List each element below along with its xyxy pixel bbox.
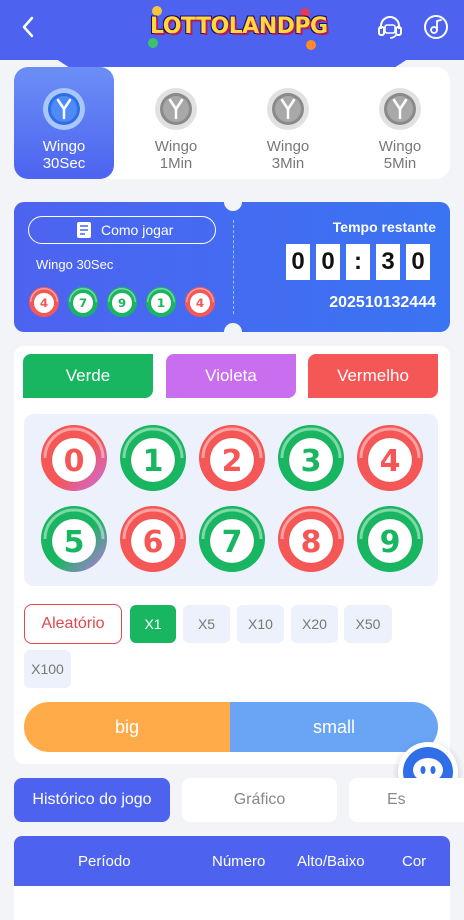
tab-wingo-3min[interactable]: Wingo 3Min [238,67,338,179]
green-bet-button[interactable]: Verde [23,354,153,398]
time-remaining-label: Tempo restante [332,219,436,235]
how-to-play-button[interactable]: Como jogar [28,216,216,244]
number-ball-5[interactable]: 5 [39,504,109,574]
history-table-body [14,886,450,920]
number-ball-1[interactable]: 1 [118,423,188,493]
tab-label-line2: 3Min [271,155,305,172]
top-bar: LOTTOLANDPG [0,0,464,56]
headset-icon[interactable] [376,13,404,41]
timer-digit: 3 [376,244,400,280]
ticket-notch [224,323,242,332]
tab-game-history[interactable]: Histórico do jogo [14,778,170,822]
multiplier-x100[interactable]: X100 [24,650,71,688]
svg-text:7: 7 [79,296,87,310]
ticket-notch [224,202,242,211]
svg-text:6: 6 [143,525,164,560]
betting-panel: Verde Violeta Vermelho 0 1 2 3 4 5 6 7 8… [14,346,450,764]
document-icon [76,221,92,239]
number-ball-4[interactable]: 4 [355,423,425,493]
tab-wingo-30sec[interactable]: Wingo 30Sec [14,67,114,179]
tab-label-line1: Wingo [42,138,86,155]
big-bet-button[interactable]: big [24,702,230,752]
tab-label-line2: 5Min [383,155,417,172]
tab-statistics[interactable]: Es [349,778,464,822]
clock-icon [42,87,86,131]
timer-digit: 0 [286,244,310,280]
col-color: Cor [402,853,427,870]
svg-text:2: 2 [222,444,243,479]
svg-text:9: 9 [380,525,401,560]
svg-text:4: 4 [380,444,401,479]
how-to-play-label: Como jogar [101,222,174,238]
timer-separator: : [346,244,370,280]
recent-results: 4 7 9 1 4 [28,286,218,318]
col-period: Período [78,853,131,870]
multiplier-x50[interactable]: X50 [344,605,392,643]
app-logo: LOTTOLANDPG [148,6,328,50]
svg-text:1: 1 [143,444,164,479]
recent-result-ball: 4 [28,286,60,318]
recent-result-ball: 7 [67,286,99,318]
svg-text:4: 4 [40,296,48,310]
multiplier-x5[interactable]: X5 [183,605,230,643]
multiplier-x1[interactable]: X1 [130,605,176,643]
tab-wingo-1min[interactable]: Wingo 1Min [126,67,226,179]
number-ball-9[interactable]: 9 [355,504,425,574]
round-info-card: Como jogar Wingo 30Sec 4 7 9 1 4 Tempo r… [14,202,450,332]
svg-text:4: 4 [196,296,204,310]
logo-text: LOTTOLANDPG [150,14,328,39]
countdown-timer: 00:30 [286,244,436,280]
tab-chart[interactable]: Gráfico [182,778,337,822]
recent-result-ball: 4 [184,286,216,318]
number-ball-3[interactable]: 3 [276,423,346,493]
col-big-small: Alto/Baixo [297,853,365,870]
clock-icon [378,87,422,131]
number-ball-8[interactable]: 8 [276,504,346,574]
svg-text:0: 0 [64,444,85,479]
number-ball-2[interactable]: 2 [197,423,267,493]
timer-digit: 0 [316,244,340,280]
recent-result-ball: 9 [106,286,138,318]
clock-icon [266,87,310,131]
svg-text:8: 8 [301,525,322,560]
number-ball-7[interactable]: 7 [197,504,267,574]
svg-text:5: 5 [64,525,85,560]
number-ball-0[interactable]: 0 [39,423,109,493]
multiplier-x20[interactable]: X20 [291,605,338,643]
ticket-divider [233,220,234,314]
svg-text:3: 3 [301,444,322,479]
red-bet-button[interactable]: Vermelho [308,354,438,398]
number-grid: 0 1 2 3 4 5 6 7 8 9 [24,414,438,586]
game-mode-tabs: Wingo 30Sec Wingo 1Min Wingo 3Min Wingo … [14,67,450,179]
svg-text:9: 9 [118,296,126,310]
tab-label-line2: 30Sec [42,155,86,172]
history-table-header: Período Número Alto/Baixo Cor [14,836,450,886]
music-note-icon[interactable] [422,13,450,41]
timer-digit: 0 [406,244,430,280]
number-ball-6[interactable]: 6 [118,504,188,574]
random-button[interactable]: Aleatório [24,604,122,644]
tab-label-line1: Wingo [154,138,198,155]
tab-label-line1: Wingo [266,138,310,155]
svg-text:1: 1 [157,296,165,310]
back-arrow-icon[interactable] [14,12,44,42]
tab-wingo-5min[interactable]: Wingo 5Min [350,67,450,179]
tab-label-line2: 1Min [159,155,193,172]
current-game-name: Wingo 30Sec [36,257,114,272]
svg-text:7: 7 [222,525,243,560]
clock-icon [154,87,198,131]
recent-result-ball: 1 [145,286,177,318]
violet-bet-button[interactable]: Violeta [166,354,296,398]
col-number: Número [212,853,266,870]
tab-label-line1: Wingo [378,138,422,155]
multiplier-x10[interactable]: X10 [237,605,284,643]
period-id: 202510132444 [329,294,436,311]
